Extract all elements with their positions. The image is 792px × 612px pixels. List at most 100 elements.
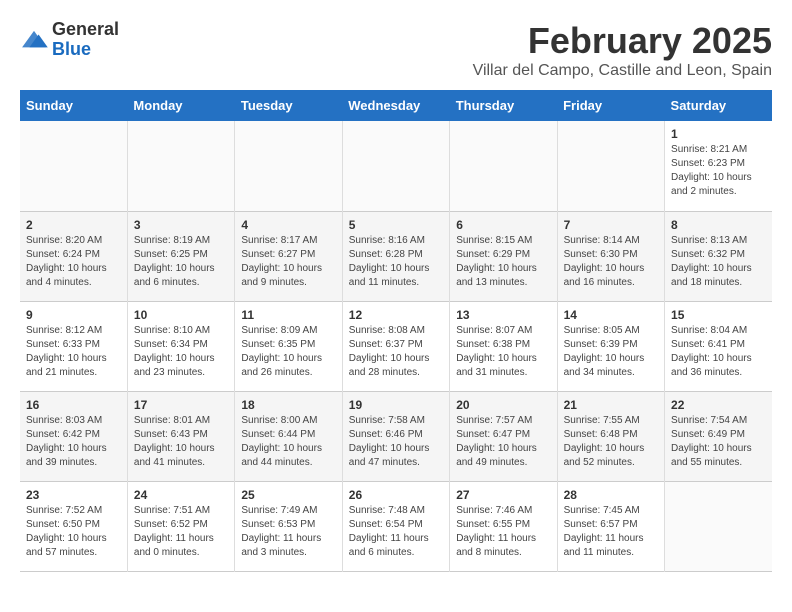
day-number: 10 [134, 308, 228, 322]
day-info: Sunrise: 8:19 AM Sunset: 6:25 PM Dayligh… [134, 234, 228, 290]
day-number: 11 [241, 308, 335, 322]
calendar-cell: 4Sunrise: 8:17 AM Sunset: 6:27 PM Daylig… [235, 211, 342, 301]
day-info: Sunrise: 7:58 AM Sunset: 6:46 PM Dayligh… [349, 414, 443, 470]
calendar-cell [665, 481, 772, 571]
day-number: 13 [456, 308, 550, 322]
day-info: Sunrise: 8:15 AM Sunset: 6:29 PM Dayligh… [456, 234, 550, 290]
week-row-2: 2 Sunrise: 8:20 AM Sunset: 6:24 PM Daylig… [20, 211, 772, 301]
day-number: 9 [26, 308, 121, 322]
day-info: Sunrise: 8:00 AM Sunset: 6:44 PM Dayligh… [241, 414, 335, 470]
calendar-cell: 23 Sunrise: 7:52 AM Sunset: 6:50 PM Dayli… [20, 481, 127, 571]
weekday-header-sunday: Sunday [20, 90, 127, 121]
calendar-cell: 9 Sunrise: 8:12 AM Sunset: 6:33 PM Daylig… [20, 301, 127, 391]
day-number: 18 [241, 398, 335, 412]
calendar-cell: 13 Sunrise: 8:07 AM Sunset: 6:38 PM Dayli… [450, 301, 557, 391]
title-section: February 2025 Villar del Campo, Castille… [473, 20, 772, 80]
calendar-cell: 19 Sunrise: 7:58 AM Sunset: 6:46 PM Dayli… [342, 391, 449, 481]
day-number: 15 [671, 308, 766, 322]
calendar-body: 1Sunrise: 8:21 AM Sunset: 6:23 PM Daylig… [20, 121, 772, 571]
calendar-cell: 25Sunrise: 7:49 AM Sunset: 6:53 PM Dayli… [235, 481, 342, 571]
calendar-subtitle: Villar del Campo, Castille and Leon, Spa… [473, 62, 772, 80]
week-row-4: 16Sunrise: 8:03 AM Sunset: 6:42 PM Dayli… [20, 391, 772, 481]
week-row-3: 9 Sunrise: 8:12 AM Sunset: 6:33 PM Daylig… [20, 301, 772, 391]
day-number: 24 [134, 488, 228, 502]
logo-icon [20, 29, 48, 51]
day-info: Sunrise: 7:51 AM Sunset: 6:52 PM Dayligh… [134, 504, 228, 560]
day-number: 3 [134, 218, 228, 232]
day-number: 5 [349, 218, 443, 232]
day-number: 28 [564, 488, 658, 502]
calendar-cell: 2 Sunrise: 8:20 AM Sunset: 6:24 PM Daylig… [20, 211, 127, 301]
day-number: 23 [26, 488, 121, 502]
calendar-header: SundayMondayTuesdayWednesdayThursdayFrid… [20, 90, 772, 121]
day-info: Sunrise: 8:03 AM Sunset: 6:42 PM Dayligh… [26, 414, 121, 470]
calendar-cell: 15 Sunrise: 8:04 AM Sunset: 6:41 PM Dayli… [665, 301, 772, 391]
logo: General Blue [20, 20, 119, 60]
calendar-cell: 28 Sunrise: 7:45 AM Sunset: 6:57 PM Dayli… [557, 481, 664, 571]
day-number: 12 [349, 308, 443, 322]
calendar-cell: 22 Sunrise: 7:54 AM Sunset: 6:49 PM Dayli… [665, 391, 772, 481]
day-number: 26 [349, 488, 443, 502]
calendar-cell: 26 Sunrise: 7:48 AM Sunset: 6:54 PM Dayli… [342, 481, 449, 571]
day-number: 8 [671, 218, 766, 232]
day-number: 27 [456, 488, 550, 502]
day-info: Sunrise: 8:13 AM Sunset: 6:32 PM Dayligh… [671, 234, 766, 290]
day-info: Sunrise: 8:09 AM Sunset: 6:35 PM Dayligh… [241, 324, 335, 380]
calendar-title: February 2025 [473, 20, 772, 62]
weekday-header-tuesday: Tuesday [235, 90, 342, 121]
calendar-cell: 27 Sunrise: 7:46 AM Sunset: 6:55 PM Dayli… [450, 481, 557, 571]
calendar-cell [450, 121, 557, 211]
calendar-cell: 20 Sunrise: 7:57 AM Sunset: 6:47 PM Dayli… [450, 391, 557, 481]
day-info: Sunrise: 7:48 AM Sunset: 6:54 PM Dayligh… [349, 504, 443, 560]
day-number: 22 [671, 398, 766, 412]
day-info: Sunrise: 8:16 AM Sunset: 6:28 PM Dayligh… [349, 234, 443, 290]
calendar-cell: 7Sunrise: 8:14 AM Sunset: 6:30 PM Daylig… [557, 211, 664, 301]
calendar-table: SundayMondayTuesdayWednesdayThursdayFrid… [20, 90, 772, 572]
weekday-header-friday: Friday [557, 90, 664, 121]
day-info: Sunrise: 7:46 AM Sunset: 6:55 PM Dayligh… [456, 504, 550, 560]
day-info: Sunrise: 7:54 AM Sunset: 6:49 PM Dayligh… [671, 414, 766, 470]
week-row-1: 1Sunrise: 8:21 AM Sunset: 6:23 PM Daylig… [20, 121, 772, 211]
day-info: Sunrise: 7:57 AM Sunset: 6:47 PM Dayligh… [456, 414, 550, 470]
day-number: 21 [564, 398, 658, 412]
calendar-cell: 5 Sunrise: 8:16 AM Sunset: 6:28 PM Daylig… [342, 211, 449, 301]
day-info: Sunrise: 7:49 AM Sunset: 6:53 PM Dayligh… [241, 504, 335, 560]
calendar-cell: 11 Sunrise: 8:09 AM Sunset: 6:35 PM Dayli… [235, 301, 342, 391]
day-number: 20 [456, 398, 550, 412]
day-info: Sunrise: 8:04 AM Sunset: 6:41 PM Dayligh… [671, 324, 766, 380]
page-header: General Blue February 2025 Villar del Ca… [20, 20, 772, 80]
day-info: Sunrise: 8:01 AM Sunset: 6:43 PM Dayligh… [134, 414, 228, 470]
calendar-cell: 17 Sunrise: 8:01 AM Sunset: 6:43 PM Dayli… [127, 391, 234, 481]
calendar-cell [342, 121, 449, 211]
calendar-cell [20, 121, 127, 211]
weekday-header-monday: Monday [127, 90, 234, 121]
day-info: Sunrise: 8:17 AM Sunset: 6:27 PM Dayligh… [241, 234, 335, 290]
calendar-cell: 12 Sunrise: 8:08 AM Sunset: 6:37 PM Dayli… [342, 301, 449, 391]
day-info: Sunrise: 7:55 AM Sunset: 6:48 PM Dayligh… [564, 414, 658, 470]
day-info: Sunrise: 8:12 AM Sunset: 6:33 PM Dayligh… [26, 324, 121, 380]
day-number: 14 [564, 308, 658, 322]
calendar-cell [235, 121, 342, 211]
day-info: Sunrise: 8:21 AM Sunset: 6:23 PM Dayligh… [671, 143, 766, 199]
day-info: Sunrise: 8:20 AM Sunset: 6:24 PM Dayligh… [26, 234, 121, 290]
day-number: 7 [564, 218, 658, 232]
calendar-cell: 16Sunrise: 8:03 AM Sunset: 6:42 PM Dayli… [20, 391, 127, 481]
day-number: 17 [134, 398, 228, 412]
calendar-cell: 10 Sunrise: 8:10 AM Sunset: 6:34 PM Dayli… [127, 301, 234, 391]
day-info: Sunrise: 8:10 AM Sunset: 6:34 PM Dayligh… [134, 324, 228, 380]
weekday-header-thursday: Thursday [450, 90, 557, 121]
logo-text: General Blue [52, 20, 119, 60]
day-info: Sunrise: 8:05 AM Sunset: 6:39 PM Dayligh… [564, 324, 658, 380]
day-info: Sunrise: 8:08 AM Sunset: 6:37 PM Dayligh… [349, 324, 443, 380]
calendar-cell: 1Sunrise: 8:21 AM Sunset: 6:23 PM Daylig… [665, 121, 772, 211]
calendar-cell: 18 Sunrise: 8:00 AM Sunset: 6:44 PM Dayli… [235, 391, 342, 481]
day-info: Sunrise: 7:52 AM Sunset: 6:50 PM Dayligh… [26, 504, 121, 560]
day-number: 2 [26, 218, 121, 232]
week-row-5: 23 Sunrise: 7:52 AM Sunset: 6:50 PM Dayli… [20, 481, 772, 571]
day-info: Sunrise: 8:07 AM Sunset: 6:38 PM Dayligh… [456, 324, 550, 380]
day-number: 19 [349, 398, 443, 412]
calendar-cell: 24 Sunrise: 7:51 AM Sunset: 6:52 PM Dayli… [127, 481, 234, 571]
day-info: Sunrise: 7:45 AM Sunset: 6:57 PM Dayligh… [564, 504, 658, 560]
calendar-cell [127, 121, 234, 211]
calendar-cell: 14 Sunrise: 8:05 AM Sunset: 6:39 PM Dayli… [557, 301, 664, 391]
